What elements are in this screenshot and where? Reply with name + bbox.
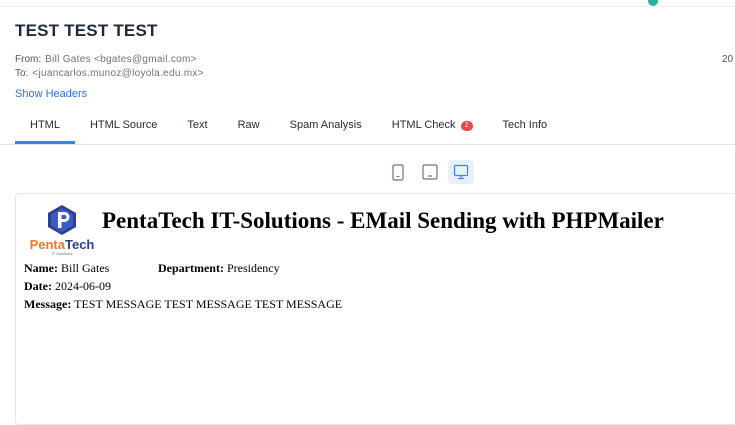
pentatech-logo: PentaTech IT Solutions	[26, 204, 98, 256]
top-divider	[0, 6, 735, 7]
tab-html-source-label: HTML Source	[89, 119, 158, 131]
date-value: 2024-06-09	[54, 279, 111, 293]
show-headers-link[interactable]: Show Headers	[15, 88, 87, 100]
tablet-view-button[interactable]	[417, 160, 443, 184]
from-label: From:	[15, 54, 42, 65]
tab-tech-info-label: Tech Info	[502, 119, 548, 131]
logo-penta: Penta	[29, 237, 65, 252]
tablet-icon	[422, 164, 438, 180]
tab-spam-analysis-label: Spam Analysis	[289, 119, 362, 131]
pentatech-logo-mark	[48, 205, 76, 235]
desktop-icon	[453, 164, 469, 180]
tab-html[interactable]: HTML	[15, 110, 75, 144]
tab-spam-analysis[interactable]: Spam Analysis	[275, 110, 377, 142]
name-label: Name:	[24, 261, 58, 275]
date-label: Date:	[24, 279, 52, 293]
message-label: Message:	[24, 297, 72, 311]
to-line: To: <juancarlos.munoz@loyola.edu.mx>	[15, 68, 204, 79]
message-value: TEST MESSAGE TEST MESSAGE TEST MESSAGE	[74, 297, 343, 311]
from-line: From: Bill Gates <bgates@gmail.com>	[15, 54, 197, 65]
tab-html-label: HTML	[30, 119, 60, 131]
phone-view-button[interactable]	[385, 160, 411, 184]
tab-tech-info[interactable]: Tech Info	[488, 110, 563, 142]
email-heading: PentaTech IT-Solutions - EMail Sending w…	[102, 208, 664, 233]
logo-wordmark: PentaTech	[26, 237, 98, 252]
name-value: Bill Gates	[60, 261, 110, 275]
tab-html-check[interactable]: HTML Check 2	[377, 110, 488, 142]
html-check-count-badge: 2	[460, 121, 473, 131]
logo-tech: Tech	[65, 237, 95, 252]
tab-raw[interactable]: Raw	[223, 110, 275, 142]
department-value: Presidency	[226, 261, 280, 275]
tab-raw-label: Raw	[237, 119, 260, 131]
name-field: Name: Bill Gates	[24, 261, 109, 276]
tab-html-source[interactable]: HTML Source	[75, 110, 172, 142]
tab-text[interactable]: Text	[172, 110, 222, 142]
logo-tagline: IT Solutions	[51, 251, 73, 256]
tab-text-label: Text	[187, 119, 208, 131]
email-preview-frame: PentaTech IT Solutions PentaTech IT-Solu…	[15, 193, 735, 425]
tabs-divider	[0, 144, 735, 145]
received-date: 20	[722, 54, 734, 65]
department-field: Department: Presidency	[158, 261, 280, 276]
to-value: <juancarlos.munoz@loyola.edu.mx>	[32, 68, 204, 79]
view-tabs: HTML HTML Source Text Raw Spam Analysis …	[15, 110, 562, 144]
email-subject: TEST TEST TEST	[15, 21, 158, 40]
phone-icon	[392, 163, 404, 181]
message-field: Message: TEST MESSAGE TEST MESSAGE TEST …	[24, 297, 342, 312]
department-label: Department:	[158, 261, 224, 275]
from-value: Bill Gates <bgates@gmail.com>	[45, 54, 197, 65]
date-field: Date: 2024-06-09	[24, 279, 111, 294]
tab-html-check-label: HTML Check	[391, 119, 456, 131]
to-label: To:	[15, 68, 29, 79]
desktop-view-button[interactable]	[448, 160, 474, 184]
